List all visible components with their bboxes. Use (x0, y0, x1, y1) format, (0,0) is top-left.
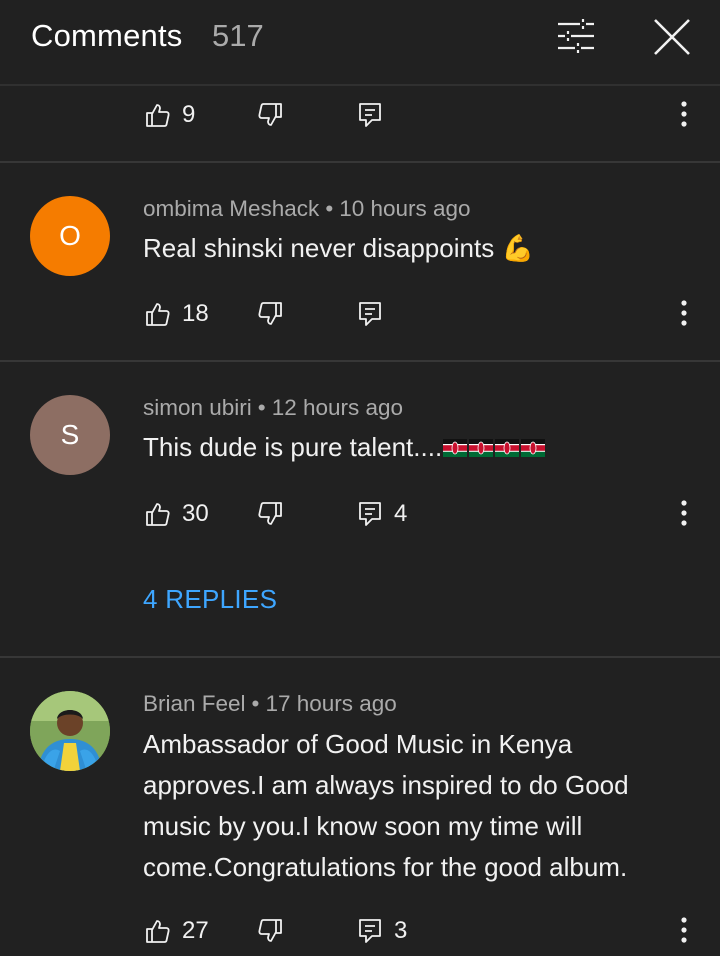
avatar-letter: O (59, 220, 81, 251)
avatar-letter: S (60, 419, 80, 450)
flexed-biceps-emoji: 💪 (501, 233, 534, 263)
more-vertical-icon (681, 917, 687, 943)
comment-author[interactable]: simon ubiri (143, 395, 252, 420)
comment-meta: ombima Meshack • 10 hours ago (143, 196, 471, 222)
comment-actions: 30 4 (0, 494, 720, 534)
more-vertical-icon (681, 500, 687, 526)
like-button[interactable]: 9 (145, 95, 195, 135)
reply-button[interactable]: 4 (357, 494, 407, 534)
thumbs-down-icon (258, 103, 282, 126)
comments-title: Comments (31, 18, 183, 53)
avatar[interactable]: O (30, 196, 110, 276)
comment-meta: simon ubiri • 12 hours ago (143, 395, 403, 421)
comment-reply-icon (359, 919, 381, 943)
comment-text-content: Real shinski never disappoints (143, 233, 495, 263)
thumbs-down-icon (258, 502, 282, 525)
thumbs-down-icon (258, 919, 282, 942)
like-count: 30 (182, 500, 209, 527)
meta-separator: • (257, 395, 266, 420)
comment-author[interactable]: Brian Feel (143, 691, 246, 716)
close-button[interactable] (651, 16, 693, 58)
like-button[interactable]: 30 (145, 494, 209, 534)
meta-separator: • (251, 691, 260, 716)
reply-button[interactable]: 3 (357, 911, 407, 951)
more-options-button[interactable] (672, 494, 696, 534)
comment-meta: Brian Feel • 17 hours ago (143, 691, 397, 717)
close-icon (654, 19, 690, 55)
thumbs-up-icon (146, 104, 170, 127)
like-button[interactable]: 18 (145, 294, 209, 334)
more-options-button[interactable] (672, 911, 696, 951)
comments-header: Comments 517 (0, 0, 720, 86)
more-options-button[interactable] (672, 294, 696, 334)
comment-reply-icon (359, 103, 381, 127)
like-count: 9 (182, 101, 196, 128)
reply-button[interactable] (357, 294, 383, 334)
comment-text: Ambassador of Good Music in Kenya approv… (143, 729, 629, 882)
like-count: 18 (182, 300, 209, 327)
sort-filter-button[interactable] (554, 16, 598, 56)
dislike-button[interactable] (257, 494, 283, 534)
comment-time: 12 hours ago (271, 395, 404, 420)
comment-actions: 18 (0, 294, 720, 334)
comment-thread: S simon ubiri • 12 hours ago This dude is … (0, 362, 720, 656)
comment-actions: 27 3 (0, 911, 720, 951)
thumbs-up-icon (146, 303, 170, 326)
thumbs-down-icon (258, 302, 282, 325)
thumbs-up-icon (146, 503, 170, 526)
dislike-button[interactable] (257, 294, 283, 334)
comment-text: Real shinski never disappoints 💪 (143, 228, 688, 269)
avatar[interactable]: S (30, 395, 110, 475)
dislike-button[interactable] (257, 911, 283, 951)
view-replies-link[interactable]: 4 REPLIES (143, 584, 277, 615)
more-options-button[interactable] (672, 95, 696, 135)
dislike-button[interactable] (257, 95, 283, 135)
more-vertical-icon (681, 300, 687, 326)
comment-thread: O ombima Meshack • 10 hours ago Real shins… (0, 163, 720, 360)
comment-text-content: This dude is pure talent.... (143, 432, 443, 462)
partial-comment-actions: 9 (0, 95, 720, 135)
avatar[interactable] (30, 691, 110, 771)
reply-count: 4 (394, 500, 408, 527)
profile-photo (30, 691, 110, 771)
comment-author[interactable]: ombima Meshack (143, 196, 319, 221)
comment-reply-icon (359, 302, 381, 326)
comment-thread: Brian Feel • 17 hours ago Ambassador of Go… (0, 658, 720, 944)
comment-time: 10 hours ago (339, 196, 471, 221)
comment-text: This dude is pure talent.... (143, 427, 688, 471)
like-button[interactable]: 27 (145, 911, 209, 951)
kenya-flag-emojis (443, 430, 547, 471)
reply-button[interactable] (357, 95, 383, 135)
sliders-icon (558, 19, 594, 53)
more-vertical-icon (681, 101, 687, 127)
reply-count: 3 (394, 917, 408, 944)
comment-time: 17 hours ago (265, 691, 397, 716)
thumbs-up-icon (146, 920, 170, 943)
like-count: 27 (182, 917, 209, 944)
comment-reply-icon (359, 502, 381, 526)
comments-count: 517 (212, 18, 264, 53)
meta-separator: • (325, 196, 334, 221)
